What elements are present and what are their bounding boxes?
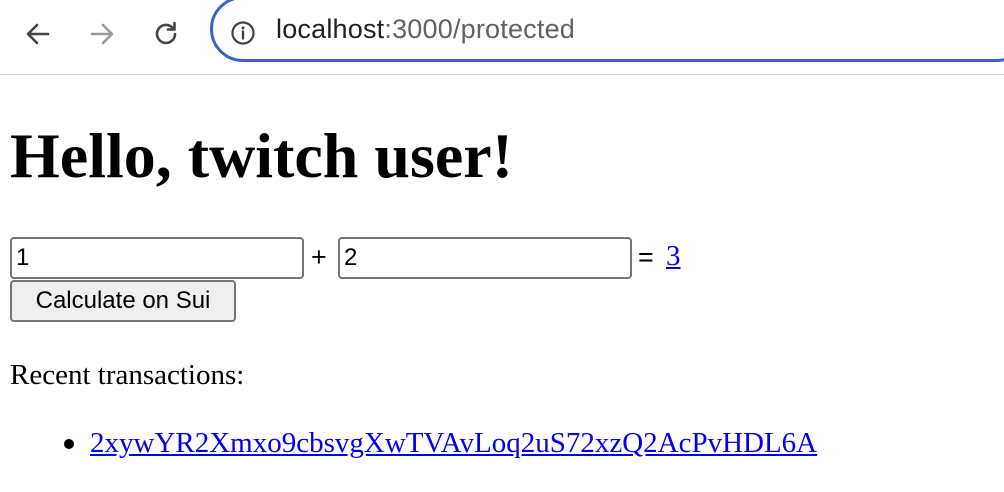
forward-button[interactable] (82, 14, 122, 54)
arrow-left-icon (26, 23, 50, 45)
calculate-button[interactable]: Calculate on Sui (10, 280, 236, 322)
url-host: localhost (276, 14, 385, 44)
bullet-icon (64, 439, 74, 449)
transaction-list: 2xywYR2Xmxo9cbsvgXwTVAvLoq2uS72xzQ2AcPvH… (0, 425, 817, 461)
page-content: Hello, twitch user! + = 3 Calculate on S… (0, 75, 1004, 492)
recent-transactions-label: Recent transactions: (10, 359, 245, 391)
browser-toolbar: localhost:3000/protected (0, 0, 1004, 75)
operand-b-input[interactable] (338, 237, 632, 279)
arrow-right-icon (90, 23, 114, 45)
url-text[interactable]: localhost:3000/protected (276, 14, 575, 45)
result-link[interactable]: 3 (666, 237, 681, 275)
info-circle-icon[interactable] (230, 20, 256, 46)
reload-button[interactable] (146, 14, 186, 54)
operand-a-input[interactable] (10, 237, 304, 279)
reload-icon (155, 21, 177, 45)
equals-sign: = (638, 242, 654, 272)
transaction-link[interactable]: 2xywYR2Xmxo9cbsvgXwTVAvLoq2uS72xzQ2AcPvH… (90, 427, 817, 459)
page-title: Hello, twitch user! (10, 120, 513, 191)
plus-sign: + (311, 242, 327, 272)
list-item: 2xywYR2Xmxo9cbsvgXwTVAvLoq2uS72xzQ2AcPvH… (0, 425, 817, 461)
url-path: :3000/protected (384, 14, 576, 44)
back-button[interactable] (18, 14, 58, 54)
